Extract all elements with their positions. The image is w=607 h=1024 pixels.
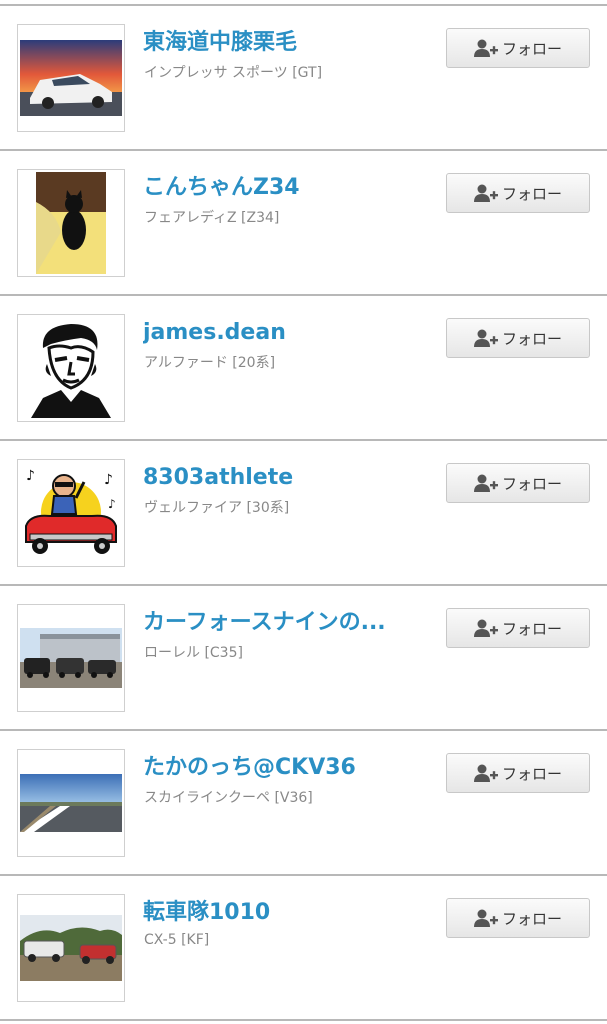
add-user-icon [473,764,498,782]
list-item[interactable]: ♪ ♪ ♪ 8303athlete ヴェルファイア [30系] フォロー [0,441,607,586]
follow-label: フォロー [501,619,562,638]
follow-label: フォロー [501,184,562,203]
follow-button[interactable]: フォロー [446,28,590,68]
car-model: ローレル [C35] [144,645,243,661]
user-avatar[interactable] [17,894,125,1002]
follow-button[interactable]: フォロー [446,898,590,938]
list-item[interactable]: こんちゃんZ34 フェアレディZ [Z34] フォロー [0,151,607,296]
add-user-icon [473,909,498,927]
svg-text:♪: ♪ [108,497,116,511]
follow-label: フォロー [501,329,562,348]
user-name[interactable]: 転車隊1010 [143,898,418,928]
user-name[interactable]: james.dean [143,318,418,348]
add-user-icon [473,39,498,57]
follow-button[interactable]: フォロー [446,463,590,503]
add-user-icon [473,184,498,202]
user-avatar[interactable] [17,604,125,712]
list-item[interactable]: james.dean アルファード [20系] フォロー [0,296,607,441]
user-name[interactable]: カーフォースナインの... [143,608,418,638]
user-name[interactable]: たかのっち@CKV36 [143,753,418,783]
list-item[interactable]: たかのっち@CKV36 スカイラインクーペ [V36] フォロー [0,731,607,876]
follow-button[interactable]: フォロー [446,173,590,213]
user-name[interactable]: こんちゃんZ34 [143,173,418,203]
user-avatar[interactable] [17,314,125,422]
svg-text:♪: ♪ [104,472,113,488]
list-item[interactable]: 転車隊1010 CX-5 [KF] フォロー [0,876,607,1021]
add-user-icon [473,329,498,347]
car-model: インプレッサ スポーツ [GT] [144,65,323,81]
user-avatar[interactable] [17,24,125,132]
follow-button[interactable]: フォロー [446,318,590,358]
car-model: ヴェルファイア [30系] [144,500,290,516]
user-list: 東海道中膝栗毛 インプレッサ スポーツ [GT] フォロー こんちゃんZ34 フ… [0,0,607,1024]
car-model: CX-5 [KF] [144,932,210,948]
list-item[interactable]: 東海道中膝栗毛 インプレッサ スポーツ [GT] フォロー [0,6,607,151]
follow-button[interactable]: フォロー [446,608,590,648]
user-avatar[interactable] [17,749,125,857]
add-user-icon [473,474,498,492]
follow-label: フォロー [501,764,562,783]
car-model: アルファード [20系] [144,355,276,371]
follow-label: フォロー [501,474,562,493]
user-name[interactable]: 8303athlete [143,463,418,493]
car-model: スカイラインクーペ [V36] [144,790,313,806]
follow-button[interactable]: フォロー [446,753,590,793]
add-user-icon [473,619,498,637]
follow-label: フォロー [501,39,562,58]
user-avatar[interactable]: ♪ ♪ ♪ [17,459,125,567]
follow-label: フォロー [501,909,562,928]
user-avatar[interactable] [17,169,125,277]
svg-text:♪: ♪ [26,468,35,484]
list-item[interactable]: カーフォースナインの... ローレル [C35] フォロー [0,586,607,731]
user-name[interactable]: 東海道中膝栗毛 [143,28,418,58]
car-model: フェアレディZ [Z34] [144,210,280,226]
